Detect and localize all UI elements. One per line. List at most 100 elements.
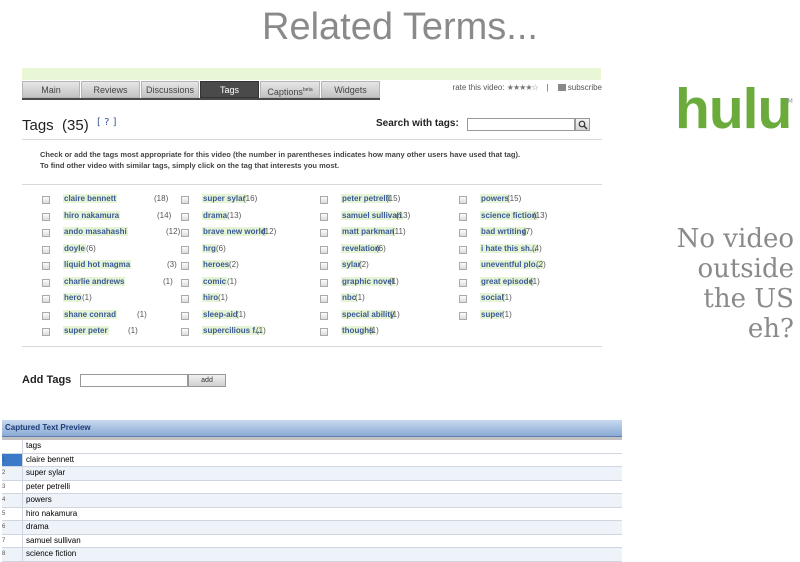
tag-link[interactable]: great episode	[480, 276, 535, 286]
subscribe-icon[interactable]	[557, 84, 566, 92]
tab-reviews[interactable]: Reviews	[81, 81, 140, 98]
tag-link[interactable]: shane conrad	[63, 309, 118, 319]
tab-widgets[interactable]: Widgets	[321, 81, 380, 98]
tag-link[interactable]: social	[480, 293, 505, 302]
tag-checkbox[interactable]	[42, 278, 50, 287]
tag-checkbox[interactable]	[181, 196, 189, 204]
tab-tags[interactable]: Tags	[200, 81, 259, 98]
help-link[interactable]: [ ? ]	[97, 117, 116, 128]
tag-link[interactable]: graphic novel	[341, 276, 396, 286]
row-number[interactable]: 6	[2, 521, 23, 534]
table-row[interactable]: 6 drama	[2, 521, 622, 535]
tag-checkbox[interactable]	[459, 295, 467, 303]
tag-link[interactable]: drama	[202, 210, 229, 220]
tag-link[interactable]: hiro	[202, 293, 220, 302]
tag-link[interactable]: charlie andrews	[63, 276, 126, 286]
tag-checkbox[interactable]	[42, 262, 50, 270]
tag-link[interactable]: super peter	[63, 326, 109, 335]
table-row[interactable]: 8 science fiction	[2, 548, 622, 562]
tag-checkbox[interactable]	[320, 196, 328, 204]
table-cell[interactable]: super sylar	[26, 467, 65, 479]
tag-link[interactable]: brave new world	[202, 227, 267, 236]
tag-checkbox[interactable]	[181, 311, 189, 320]
tag-checkbox[interactable]	[320, 212, 328, 221]
tab-discussions[interactable]: Discussions	[141, 81, 199, 98]
rating-stars[interactable]: ★★★★☆	[507, 83, 539, 92]
tag-checkbox[interactable]	[320, 229, 328, 237]
tag-checkbox[interactable]	[459, 196, 467, 204]
tag-link[interactable]: matt parkman	[341, 227, 396, 236]
tag-link[interactable]: special ability	[341, 309, 396, 319]
tag-checkbox[interactable]	[459, 245, 467, 254]
tag-checkbox[interactable]	[320, 295, 328, 303]
tag-checkbox[interactable]	[320, 262, 328, 270]
tag-checkbox[interactable]	[42, 311, 50, 320]
add-button[interactable]: add	[188, 374, 226, 387]
tag-checkbox[interactable]	[459, 262, 467, 270]
tag-link[interactable]: science fiction	[480, 210, 538, 220]
tag-checkbox[interactable]	[181, 295, 189, 303]
row-number[interactable]: 1	[2, 453, 23, 466]
tag-checkbox[interactable]	[320, 328, 328, 336]
tag-link[interactable]: heroes	[202, 260, 231, 269]
row-number[interactable]: 2	[2, 467, 23, 480]
tag-link[interactable]: hiro nakamura	[63, 210, 121, 220]
table-row[interactable]: 5 hiro nakamura	[2, 507, 622, 521]
table-row[interactable]: 7 samuel sullivan	[2, 534, 622, 548]
tag-link[interactable]: revelation	[341, 243, 381, 253]
tag-checkbox[interactable]	[181, 328, 189, 336]
tag-checkbox[interactable]	[181, 278, 189, 287]
tag-checkbox[interactable]	[181, 212, 189, 221]
tab-main[interactable]: Main	[22, 81, 80, 98]
table-row[interactable]: 4 powers	[2, 494, 622, 508]
tag-link[interactable]: hero	[63, 293, 83, 302]
tag-checkbox[interactable]	[459, 278, 467, 287]
table-cell[interactable]: powers	[26, 494, 52, 506]
tag-link[interactable]: sleep-aid	[202, 309, 239, 319]
add-tag-input[interactable]	[80, 374, 188, 387]
table-cell[interactable]: hiro nakamura	[26, 508, 77, 520]
column-header-tags[interactable]: tags	[26, 440, 41, 452]
table-cell[interactable]: drama	[26, 521, 49, 533]
tag-link[interactable]: uneventful plo...	[480, 260, 544, 269]
tag-checkbox[interactable]	[320, 311, 328, 320]
tag-link[interactable]: super	[480, 309, 504, 319]
tag-link[interactable]: samuel sullivan	[341, 210, 403, 220]
tag-link[interactable]: liquid hot magma	[63, 260, 132, 269]
row-number[interactable]: 5	[2, 507, 23, 520]
row-number[interactable]: 4	[2, 494, 23, 507]
subscribe-link[interactable]: subscribe	[568, 83, 602, 92]
tag-checkbox[interactable]	[42, 328, 50, 336]
table-row[interactable]: 2 super sylar	[2, 467, 622, 481]
search-input[interactable]	[467, 118, 575, 131]
tag-link[interactable]: claire bennett	[63, 194, 118, 203]
table-cell[interactable]: claire bennett	[26, 454, 74, 466]
tag-link[interactable]: bad wrtiting	[480, 227, 528, 236]
table-row[interactable]: 1 claire bennett	[2, 453, 622, 467]
table-cell[interactable]: peter petrelli	[26, 481, 70, 493]
tag-checkbox[interactable]	[42, 196, 50, 204]
tag-link[interactable]: super sylar	[202, 194, 247, 203]
tab-captions[interactable]: Captionsbeta	[260, 81, 320, 98]
tag-link[interactable]: comic	[202, 276, 228, 286]
tag-link[interactable]: supercilious f...	[202, 326, 263, 335]
tag-checkbox[interactable]	[459, 311, 467, 320]
tag-link[interactable]: peter petrelli	[341, 194, 392, 203]
tag-checkbox[interactable]	[459, 229, 467, 237]
table-cell[interactable]: samuel sullivan	[26, 535, 81, 547]
tag-checkbox[interactable]	[42, 212, 50, 221]
tag-checkbox[interactable]	[320, 245, 328, 254]
tag-link[interactable]: powers	[480, 194, 511, 203]
tag-link[interactable]: i hate this sh...	[480, 243, 538, 253]
tag-checkbox[interactable]	[42, 229, 50, 237]
table-row[interactable]: 3 peter petrelli	[2, 480, 622, 494]
tag-checkbox[interactable]	[181, 229, 189, 237]
tag-link[interactable]: ando masahashi	[63, 227, 128, 236]
row-number[interactable]: 3	[2, 480, 23, 493]
tag-link[interactable]: hrg	[202, 243, 217, 253]
tag-checkbox[interactable]	[320, 278, 328, 287]
search-button[interactable]	[575, 118, 590, 131]
tag-checkbox[interactable]	[181, 262, 189, 270]
row-number[interactable]: 7	[2, 534, 23, 547]
tag-link[interactable]: doyle	[63, 243, 86, 253]
